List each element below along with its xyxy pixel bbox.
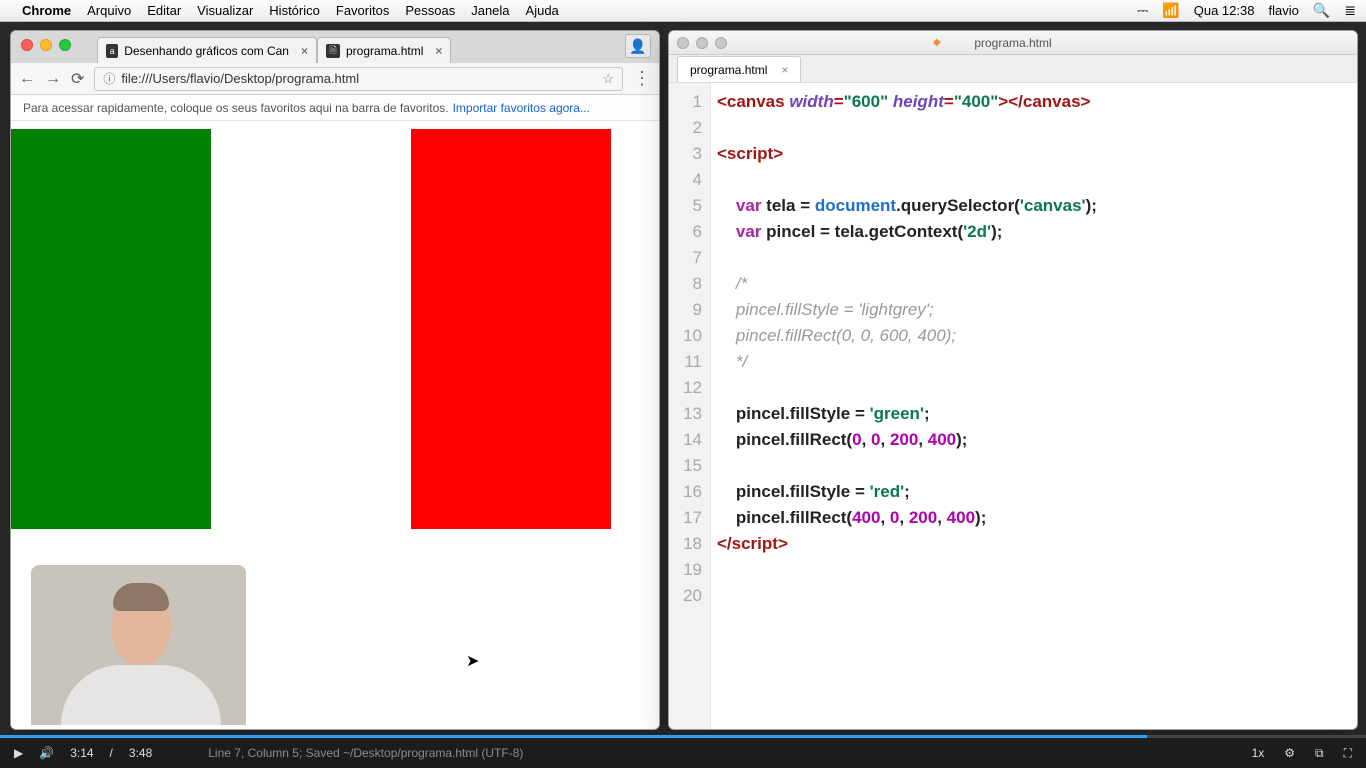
line-gutter: 1234567891011121314151617181920: [669, 83, 711, 729]
fullscreen-button[interactable]: ⛶: [1344, 746, 1352, 761]
file-icon: ◆: [933, 37, 941, 48]
chrome-window: a Desenhando gráficos com Can × 🗎 programa.h…: [10, 30, 660, 730]
editor-maximize-button[interactable]: [715, 37, 727, 49]
code-line[interactable]: pincel.fillStyle = 'red';: [717, 479, 1357, 505]
menubar-user[interactable]: flavio: [1268, 3, 1298, 18]
bookmarks-bar: Para acessar rapidamente, coloque os seu…: [11, 95, 659, 121]
code-line[interactable]: [717, 167, 1357, 193]
menubar-clock[interactable]: Qua 12:38: [1194, 3, 1255, 18]
close-tab-icon[interactable]: ×: [781, 63, 788, 77]
video-duration: 3:48: [129, 746, 152, 760]
code-line[interactable]: [717, 557, 1357, 583]
mouse-cursor-icon: ➤: [466, 651, 479, 671]
address-bar[interactable]: ⓘ file:///Users/flavio/Desktop/programa.…: [94, 67, 623, 91]
chrome-tabstrip: a Desenhando gráficos com Can × 🗎 programa.h…: [11, 31, 659, 63]
spotlight-icon[interactable]: 🔍: [1313, 2, 1330, 19]
chrome-menu-button[interactable]: ⋮: [633, 68, 651, 89]
webcam-overlay: [31, 565, 246, 725]
code-line[interactable]: pincel.fillRect(0, 0, 200, 400);: [717, 427, 1357, 453]
menu-favoritos[interactable]: Favoritos: [336, 3, 389, 18]
menu-histórico[interactable]: Histórico: [269, 3, 320, 18]
editor-status-text: Line 7, Column 5; Saved ~/Desktop/progra…: [208, 746, 523, 760]
code-line[interactable]: pincel.fillStyle = 'green';: [717, 401, 1357, 427]
window-close-button[interactable]: [21, 39, 33, 51]
tab-title: programa.html: [346, 44, 423, 58]
red-rect: [411, 129, 611, 529]
close-tab-icon[interactable]: ×: [301, 44, 308, 58]
browser-tab[interactable]: 🗎 programa.html ×: [317, 37, 451, 63]
editor-close-button[interactable]: [677, 37, 689, 49]
bookmark-star-icon[interactable]: ☆: [602, 71, 614, 87]
window-minimize-button[interactable]: [40, 39, 52, 51]
code-line[interactable]: /*: [717, 271, 1357, 297]
forward-button[interactable]: →: [45, 70, 61, 88]
code-line[interactable]: [717, 375, 1357, 401]
editor-window: ◆ programa.html programa.html × 12345678…: [668, 30, 1358, 730]
menu-arquivo[interactable]: Arquivo: [87, 3, 131, 18]
page-viewport: ➤: [11, 121, 659, 729]
code-line[interactable]: [717, 453, 1357, 479]
code-line[interactable]: var tela = document.querySelector('canva…: [717, 193, 1357, 219]
code-line[interactable]: <canvas width="600" height="400"></canva…: [717, 89, 1357, 115]
code-line[interactable]: [717, 583, 1357, 609]
file-tab-label: programa.html: [690, 63, 767, 77]
editor-minimize-button[interactable]: [696, 37, 708, 49]
favicon-icon: a: [106, 44, 118, 58]
code-line[interactable]: pincel.fillRect(400, 0, 200, 400);: [717, 505, 1357, 531]
pip-button[interactable]: ⧉: [1315, 746, 1324, 761]
video-control-bar: ▶ 🔊 3:14 / 3:48 Line 7, Column 5; Saved …: [0, 738, 1366, 768]
browser-tab[interactable]: a Desenhando gráficos com Can ×: [97, 37, 317, 63]
notification-center-icon[interactable]: ≣: [1344, 2, 1356, 19]
video-current-time: 3:14: [70, 746, 93, 760]
macos-menubar: Chrome Arquivo Editar Visualizar Histórico F…: [0, 0, 1366, 22]
wifi-icon[interactable]: 📶: [1162, 2, 1179, 19]
code-source[interactable]: <canvas width="600" height="400"></canva…: [711, 83, 1357, 729]
code-line[interactable]: [717, 115, 1357, 141]
editor-titlebar: ◆ programa.html: [669, 31, 1357, 55]
editor-file-tab[interactable]: programa.html ×: [677, 56, 801, 82]
canvas-element: [11, 129, 611, 529]
code-line[interactable]: pincel.fillRect(0, 0, 600, 400);: [717, 323, 1357, 349]
playback-speed-button[interactable]: 1x: [1252, 746, 1265, 760]
chrome-toolbar: ← → ⟳ ⓘ file:///Users/flavio/Desktop/pro…: [11, 63, 659, 95]
tab-title: Desenhando gráficos com Can: [124, 44, 289, 58]
close-tab-icon[interactable]: ×: [435, 44, 442, 58]
bookmarks-hint: Para acessar rapidamente, coloque os seu…: [23, 101, 449, 115]
video-settings-button[interactable]: ⚙: [1284, 746, 1295, 760]
play-button[interactable]: ▶: [14, 746, 23, 760]
time-separator: /: [110, 746, 113, 760]
reload-button[interactable]: ⟳: [71, 69, 84, 89]
code-line[interactable]: var pincel = tela.getContext('2d');: [717, 219, 1357, 245]
code-line[interactable]: </script>: [717, 531, 1357, 557]
code-line[interactable]: pincel.fillStyle = 'lightgrey';: [717, 297, 1357, 323]
site-info-icon[interactable]: ⓘ: [103, 70, 115, 87]
editor-file-tabs: programa.html ×: [669, 55, 1357, 83]
import-bookmarks-link[interactable]: Importar favoritos agora...: [453, 101, 590, 115]
code-line[interactable]: [717, 245, 1357, 271]
back-button[interactable]: ←: [19, 70, 35, 88]
code-area[interactable]: 1234567891011121314151617181920 <canvas …: [669, 83, 1357, 729]
menu-janela[interactable]: Janela: [471, 3, 509, 18]
video-progress-bar[interactable]: [0, 735, 1366, 738]
chrome-profile-button[interactable]: 👤: [625, 34, 651, 58]
menu-ajuda[interactable]: Ajuda: [526, 3, 559, 18]
editor-window-title: programa.html: [974, 36, 1051, 50]
code-line[interactable]: */: [717, 349, 1357, 375]
url-text: file:///Users/flavio/Desktop/programa.ht…: [121, 71, 359, 86]
menu-editar[interactable]: Editar: [147, 3, 181, 18]
menu-visualizar[interactable]: Visualizar: [197, 3, 253, 18]
battery-icon[interactable]: ⎓: [1137, 2, 1148, 19]
volume-button[interactable]: 🔊: [39, 746, 54, 760]
code-line[interactable]: <script>: [717, 141, 1357, 167]
favicon-icon: 🗎: [326, 44, 340, 58]
green-rect: [11, 129, 211, 529]
window-maximize-button[interactable]: [59, 39, 71, 51]
menu-pessoas[interactable]: Pessoas: [405, 3, 455, 18]
app-name[interactable]: Chrome: [22, 3, 71, 18]
